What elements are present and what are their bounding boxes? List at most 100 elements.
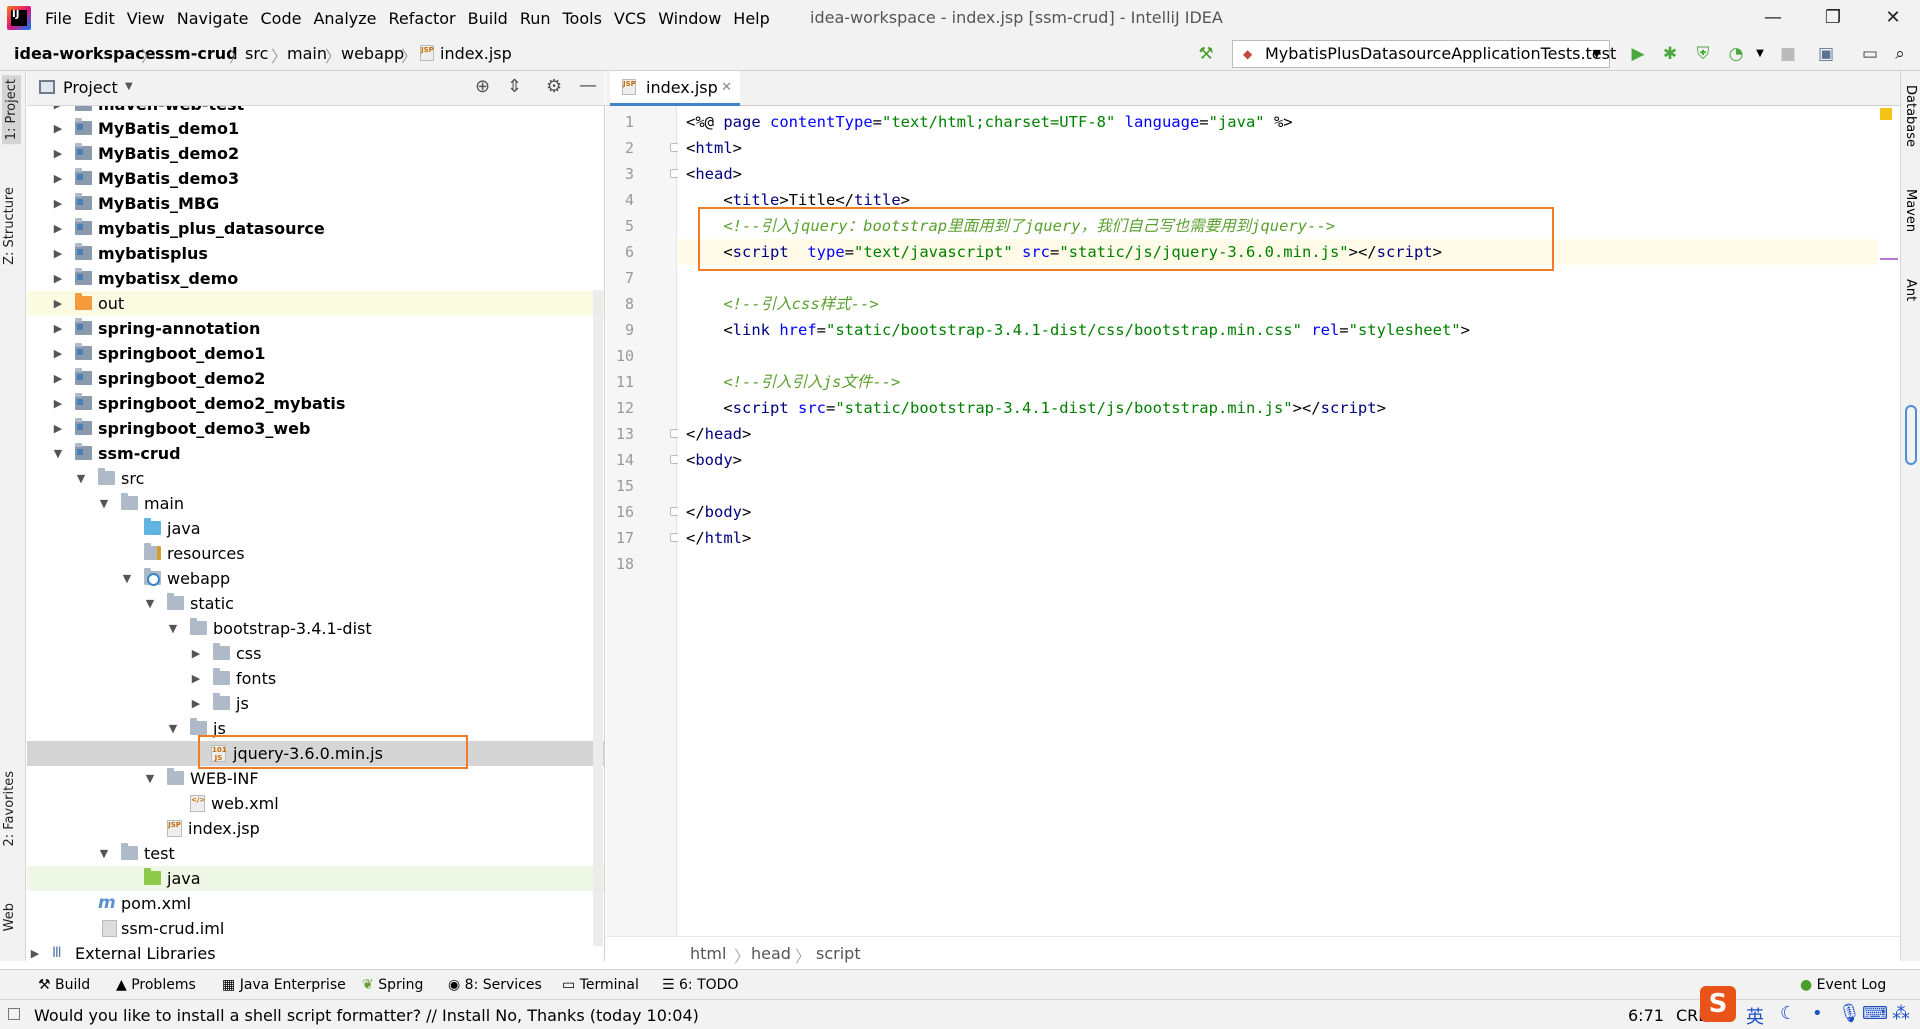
tree-item[interactable]: ▶ MyBatis_demo1 [27,116,604,141]
tree-item[interactable]: ▶ css [27,641,604,666]
code-line[interactable]: <!--引入引入js文件--> [686,369,900,395]
expand-arrow-icon[interactable]: ▶ [190,641,202,666]
project-structure-icon[interactable]: ▣ [1816,44,1836,64]
tree-item[interactable]: java [27,516,604,541]
tab-database[interactable]: Database [1903,85,1918,147]
expand-arrow-icon[interactable]: ▶ [190,691,202,716]
collapse-arrow-icon[interactable]: ▼ [98,491,110,516]
tab-project[interactable]: 1: Project [2,75,21,145]
layout-icon[interactable]: ▭ [1860,44,1880,64]
editor-scrollbar[interactable] [1880,106,1900,936]
menu-view[interactable]: View [121,9,171,28]
tree-item[interactable]: ▼ main [27,491,604,516]
tree-item[interactable]: ▶ mybatisplus [27,241,604,266]
tool-event-log[interactable]: ● Event Log [1800,977,1886,993]
profile-icon[interactable]: ◔ [1726,44,1746,64]
hide-panel-icon[interactable]: — [579,75,597,96]
tree-item[interactable]: ▶ mybatis_plus_datasource [27,216,604,241]
microphone-icon[interactable]: 🎙 [1838,1003,1861,1024]
collapse-arrow-icon[interactable]: ▼ [75,466,87,491]
code-line[interactable]: <link href="static/bootstrap-3.4.1-dist/… [686,317,1470,343]
expand-arrow-icon[interactable]: ▶ [29,941,41,961]
tree-item[interactable]: ▼ static [27,591,604,616]
tree-item[interactable]: ▶ springboot_demo2_mybatis [27,391,604,416]
sogou-ime-icon[interactable]: S [1700,986,1736,1022]
expand-arrow-icon[interactable]: ▶ [52,116,64,141]
tree-item[interactable]: ▶ fonts [27,666,604,691]
menu-code[interactable]: Code [255,9,308,28]
menu-build[interactable]: Build [462,9,514,28]
collapse-arrow-icon[interactable]: ▼ [144,766,156,791]
tool-todo[interactable]: ☰ 6: TODO [662,977,738,993]
search-icon[interactable]: ⌕ [1890,44,1910,64]
status-toggle-icon[interactable] [8,1008,20,1020]
tab-ant[interactable]: Ant [1903,279,1918,301]
caret-position[interactable]: 6:71 [1628,1006,1664,1025]
crumb-src[interactable]: src [245,44,268,63]
tree-item[interactable]: ▼ src [27,466,604,491]
breadcrumb-script[interactable]: script [816,944,861,963]
ime-punct-icon[interactable]: • [1812,1003,1823,1024]
expand-arrow-icon[interactable]: ▶ [52,141,64,166]
tool-java-enterprise[interactable]: ▦ Java Enterprise [222,977,346,993]
run-icon[interactable]: ▶ [1628,44,1648,64]
expand-arrow-icon[interactable]: ▶ [52,341,64,366]
code-line[interactable]: <!--引入css样式--> [686,291,878,317]
collapse-arrow-icon[interactable]: ▼ [98,841,110,866]
tree-item[interactable]: ▶ MyBatis_demo2 [27,141,604,166]
tool-terminal[interactable]: ▭ Terminal [562,977,639,993]
expand-arrow-icon[interactable]: ▶ [52,191,64,216]
menu-window[interactable]: Window [652,9,727,28]
tree-item[interactable]: m pom.xml [27,891,604,916]
tree-item[interactable]: </> web.xml [27,791,604,816]
code-line[interactable]: <html> [686,135,742,161]
tree-item[interactable]: ▼ webapp [27,566,604,591]
code-editor[interactable]: <%@ page contentType="text/html;charset=… [678,106,1878,936]
collapse-arrow-icon[interactable]: ▼ [144,591,156,616]
collapse-all-icon[interactable]: ⇕ [507,76,522,97]
tree-item[interactable]: ▶ js [27,691,604,716]
project-title[interactable]: Project [63,78,118,97]
breadcrumb-html[interactable]: html [690,944,726,963]
tree-item[interactable]: ▶ springboot_demo1 [27,341,604,366]
coverage-icon[interactable]: ⛨ [1693,44,1713,64]
menu-refactor[interactable]: Refactor [383,9,462,28]
ime-moon-icon[interactable]: ☾ [1780,1003,1796,1024]
tree-item[interactable]: ▶ MyBatis_MBG [27,191,604,216]
tree-item[interactable]: ▶ out [27,291,604,316]
collapse-arrow-icon[interactable]: ▼ [167,716,179,741]
tree-item[interactable]: ▶ springboot_demo3_web [27,416,604,441]
build-hammer-icon[interactable]: ⚒ [1196,44,1216,64]
run-configuration-select[interactable]: ◆ MybatisPlusDatasourceApplicationTests.… [1232,40,1616,68]
collapse-arrow-icon[interactable]: ▼ [167,616,179,641]
crumb-ssm-crud[interactable]: ssm-crud [155,44,238,63]
tree-item[interactable]: ▶ springboot_demo2 [27,366,604,391]
expand-arrow-icon[interactable]: ▶ [52,241,64,266]
crumb-idea-workspace[interactable]: idea-workspace [14,44,156,63]
code-line[interactable]: <%@ page contentType="text/html;charset=… [686,109,1293,135]
tool-build[interactable]: ⚒ Build [38,977,90,993]
code-line[interactable]: </head> [686,421,751,447]
crumb-main[interactable]: main [287,44,327,63]
code-line[interactable]: <head> [686,161,742,187]
tool-spring[interactable]: ❦ Spring [362,977,423,993]
code-line[interactable]: </body> [686,499,751,525]
chevron-down-icon[interactable]: ▼ [125,81,133,92]
menu-edit[interactable]: Edit [78,9,121,28]
menu-tools[interactable]: Tools [557,9,608,28]
expand-arrow-icon[interactable]: ▶ [190,666,202,691]
expand-arrow-icon[interactable]: ▶ [52,166,64,191]
code-line[interactable]: <script src="static/bootstrap-3.4.1-dist… [686,395,1386,421]
keyboard-icon[interactable]: ⌨ [1862,1003,1888,1024]
tab-favorites[interactable]: 2: Favorites [2,771,17,847]
tool-problems[interactable]: ▲ Problems [116,977,196,993]
tree-item[interactable]: ▼ bootstrap-3.4.1-dist [27,616,604,641]
ime-language[interactable]: 英 [1746,1003,1764,1029]
expand-arrow-icon[interactable]: ▶ [52,391,64,416]
tool-services[interactable]: ◉ 8: Services [448,977,542,993]
breadcrumb-head[interactable]: head [751,944,791,963]
code-line[interactable]: <body> [686,447,742,473]
tree-item[interactable]: ▼ ssm-crud [27,441,604,466]
tree-item[interactable]: ▶ mybatisx_demo [27,266,604,291]
stop-icon[interactable]: ■ [1778,44,1798,64]
